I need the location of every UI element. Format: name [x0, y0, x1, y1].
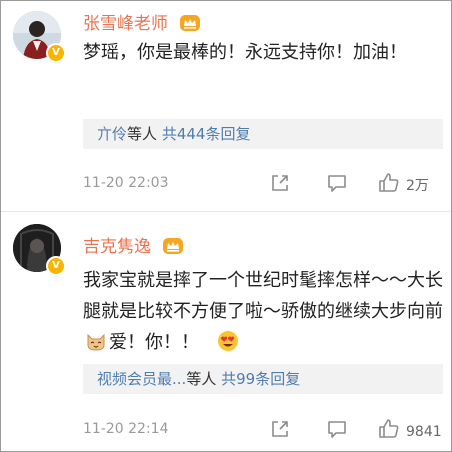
reply-names[interactable]: 视频会员最... — [97, 370, 186, 388]
comment-icon[interactable] — [326, 172, 348, 194]
comment-text-part: 爱！你！！ — [109, 332, 199, 353]
comment-list: V 张雪峰老师 梦瑶，你是最棒的！永远支持你！加油！ 亣伶等人 共444条回复 … — [0, 0, 452, 452]
share-icon[interactable] — [269, 172, 291, 194]
reply-names[interactable]: 亣伶 — [97, 125, 127, 143]
verified-badge-icon: V — [46, 256, 66, 276]
reply-count-link[interactable]: 共444条回复 — [162, 125, 251, 143]
comment-author[interactable]: 张雪峰老师 — [83, 9, 201, 34]
thumbs-up-icon[interactable] — [378, 172, 400, 194]
like-button[interactable]: 9841 — [378, 418, 442, 440]
author-name[interactable]: 吉克隽逸 — [83, 237, 151, 257]
like-count: 2万 — [406, 178, 429, 194]
comment-footer: 11-20 22:03 2万 — [83, 172, 443, 196]
crown-icon — [180, 15, 201, 31]
cat-face-emoji-icon — [87, 333, 105, 351]
comment-item: V 吉克隽逸 我家宝就是摔了一个世纪时髦摔怎样～～大长腿就是比较不方便了啦～骄傲… — [1, 212, 451, 451]
comment-item: V 张雪峰老师 梦瑶，你是最棒的！永远支持你！加油！ 亣伶等人 共444条回复 … — [1, 1, 451, 212]
share-icon[interactable] — [269, 418, 291, 440]
timestamp: 11-20 22:14 — [83, 421, 169, 437]
reply-mid-text: 等人 — [127, 125, 158, 143]
reply-mid-text: 等人 — [186, 370, 217, 388]
thumbs-up-icon[interactable] — [378, 418, 400, 440]
comment-text: 我家宝就是摔了一个世纪时髦摔怎样～～大长腿就是比较不方便了啦～骄傲的继续大步向前… — [83, 265, 443, 358]
author-name[interactable]: 张雪峰老师 — [83, 14, 168, 34]
comment-author[interactable]: 吉克隽逸 — [83, 232, 184, 257]
heart-eyes-emoji-icon — [218, 331, 238, 351]
comment-text-part: 我家宝就是摔了一个世纪时髦摔怎样～～大长腿就是比较不方便了啦～骄傲的继续大步向前 — [83, 270, 443, 322]
verified-badge-icon: V — [46, 43, 66, 63]
timestamp: 11-20 22:03 — [83, 175, 169, 191]
comment-footer: 11-20 22:14 9841 — [83, 418, 443, 442]
reply-summary[interactable]: 亣伶等人 共444条回复 — [83, 119, 443, 149]
comment-icon[interactable] — [326, 418, 348, 440]
crown-icon — [163, 238, 184, 254]
reply-count-link[interactable]: 共99条回复 — [221, 370, 300, 388]
like-button[interactable]: 2万 — [378, 172, 429, 194]
comment-text: 梦瑶，你是最棒的！永远支持你！加油！ — [83, 42, 407, 63]
like-count: 9841 — [406, 424, 442, 440]
reply-summary[interactable]: 视频会员最...等人 共99条回复 — [83, 364, 443, 394]
